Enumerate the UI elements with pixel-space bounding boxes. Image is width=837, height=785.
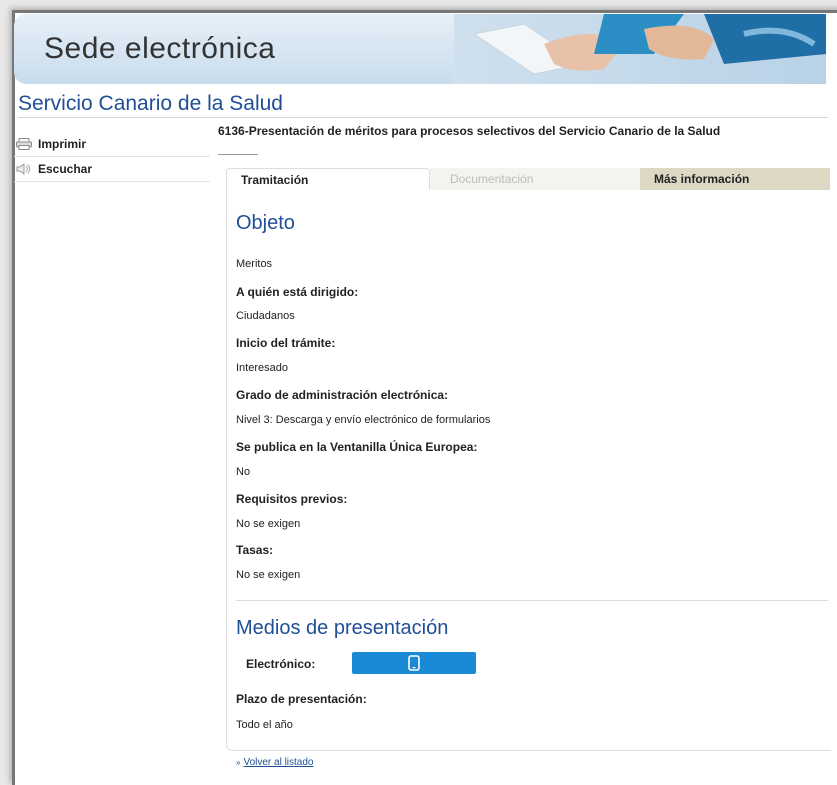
objeto-heading: Objeto (236, 212, 295, 234)
double-chevron-icon: » (236, 758, 241, 767)
listen-link[interactable]: Escuchar (14, 157, 210, 182)
field-label: Se publica en la Ventanilla Única Europe… (236, 440, 478, 454)
back-link-container: » Volver al listado (236, 757, 314, 768)
section-title: Servicio Canario de la Salud (18, 92, 283, 115)
mobile-device-icon (408, 655, 420, 671)
field-value: No (236, 466, 251, 478)
listen-label: Escuchar (38, 162, 93, 176)
field-label: Grado de administración electrónica: (236, 388, 449, 402)
field-label: Inicio del trámite: (236, 336, 336, 350)
speaker-icon (16, 163, 31, 175)
left-menu: Imprimir Escuchar (14, 132, 210, 182)
banner-title: Sede electrónica (44, 32, 276, 65)
header-divider (18, 117, 828, 118)
objeto-description: Meritos (236, 258, 273, 270)
field-label: A quién está dirigido: (236, 285, 359, 299)
tab-tramitacion[interactable]: Tramitación (226, 168, 430, 190)
field-value: No se exigen (236, 518, 301, 530)
electronic-submit-button[interactable] (352, 652, 476, 674)
field-value: Ciudadanos (236, 310, 295, 322)
procedure-title: 6136-Presentación de méritos para proces… (218, 124, 721, 138)
section-divider (236, 600, 828, 601)
field-value: Nivel 3: Descarga y envío electrónico de… (236, 414, 491, 426)
tab-bar: Tramitación Documentación Más informació… (226, 168, 830, 190)
procedure-title-underline (218, 154, 258, 155)
field-value: No se exigen (236, 569, 301, 581)
header-banner: Sede electrónica (14, 14, 826, 84)
plazo-value: Todo el año (236, 719, 293, 731)
tab-documentacion[interactable]: Documentación (430, 168, 640, 190)
field-label: Tasas: (236, 543, 274, 557)
plazo-label: Plazo de presentación: (236, 692, 367, 706)
print-link[interactable]: Imprimir (14, 132, 210, 157)
field-label: Requisitos previos: (236, 492, 348, 506)
tab-mas-informacion[interactable]: Más información (640, 168, 830, 190)
electronic-label: Electrónico: (246, 657, 316, 671)
field-value: Interesado (236, 362, 288, 374)
banner-photo (454, 14, 826, 84)
print-label: Imprimir (38, 137, 87, 151)
printer-icon (16, 138, 32, 150)
back-to-list-link[interactable]: Volver al listado (243, 757, 313, 768)
content-panel (226, 190, 831, 751)
medios-heading: Medios de presentación (236, 617, 449, 639)
